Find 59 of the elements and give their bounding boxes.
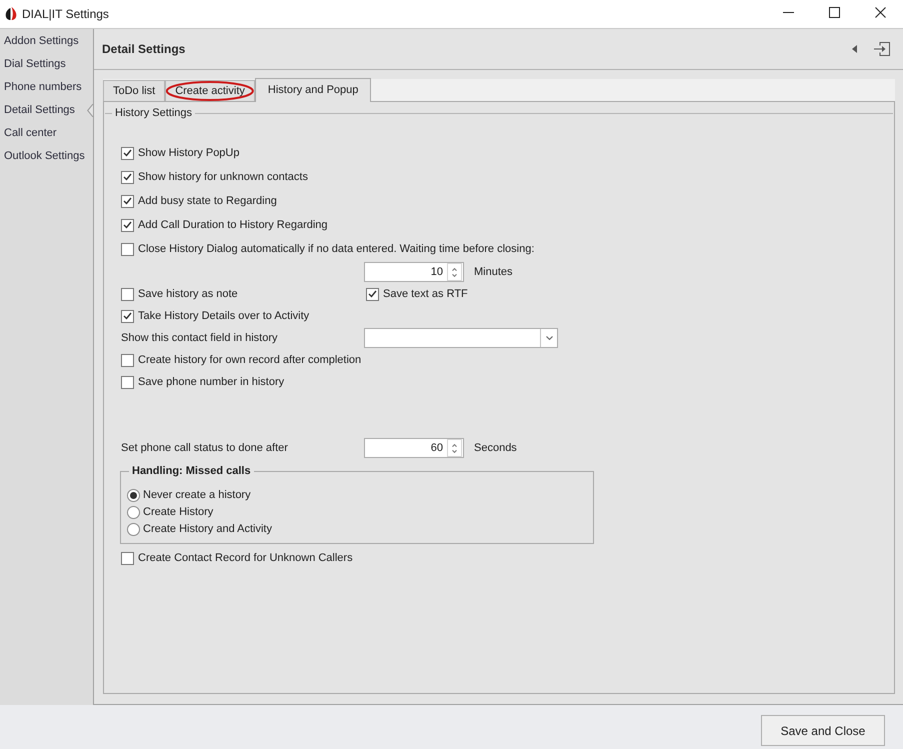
tab[interactable]: Create activity <box>165 80 255 101</box>
tab[interactable]: History and Popup <box>254 78 372 102</box>
check-icon <box>123 221 132 229</box>
logo-icon <box>5 7 17 21</box>
checkbox-label: Save phone number in history <box>138 374 284 390</box>
minimize-icon[interactable] <box>782 12 794 13</box>
checkbox-label: Save history as note <box>138 286 238 302</box>
radio-label: Create History and Activity <box>143 522 272 538</box>
checkbox-label: Save text as RTF <box>383 286 468 302</box>
radio-button[interactable] <box>127 489 140 502</box>
field-label: Show this contact field in history <box>121 330 279 346</box>
unit-label: Minutes <box>474 264 513 280</box>
checkbox[interactable] <box>121 218 134 232</box>
sidebar-item[interactable]: Call center <box>0 122 93 145</box>
arrow-into-box-icon[interactable] <box>874 42 890 56</box>
close-icon[interactable] <box>874 7 886 18</box>
checkbox[interactable] <box>366 288 379 300</box>
radio-label: Create History <box>143 505 214 520</box>
checkbox-label: Close History Dialog automatically if no data entered. Waiting time before closing: <box>138 242 534 257</box>
radio-button[interactable] <box>127 506 140 519</box>
checkbox[interactable] <box>121 170 134 184</box>
chevron-down-icon[interactable] <box>546 336 552 340</box>
panel-title: Detail Settings <box>102 41 186 58</box>
check-icon <box>368 290 377 298</box>
unit-label: Seconds <box>474 440 517 456</box>
group-title: History Settings <box>112 107 196 120</box>
checkbox[interactable] <box>121 288 134 300</box>
radio-dot-icon <box>130 492 137 499</box>
checkbox-label: Show history for unknown contacts <box>138 170 308 185</box>
sidebar-item[interactable]: Phone numbers <box>0 76 93 99</box>
window-title: DIAL|IT Settings <box>22 6 109 23</box>
checkbox[interactable] <box>121 552 134 564</box>
check-icon <box>123 312 132 320</box>
sidebar-item[interactable]: Dial Settings <box>0 53 93 76</box>
footer-button[interactable]: Save and Close <box>761 715 885 746</box>
caret-left-icon[interactable] <box>852 45 857 53</box>
radio-button[interactable] <box>127 523 140 536</box>
checkbox-label: Create history for own record after completion <box>138 352 362 368</box>
check-icon <box>123 149 132 157</box>
check-icon <box>123 197 132 205</box>
checkbox[interactable] <box>121 376 134 388</box>
radio-label: Never create a history <box>143 488 251 504</box>
checkbox-label: Show History PopUp <box>138 146 240 161</box>
sidebar-item[interactable]: Addon Settings <box>0 30 93 53</box>
field-label: Set phone call status to done after <box>121 440 289 456</box>
checkbox[interactable] <box>121 194 134 208</box>
tab[interactable]: ToDo list <box>103 80 166 101</box>
maximize-icon[interactable] <box>828 7 840 18</box>
sidebar-item[interactable]: Outlook Settings <box>0 145 93 168</box>
checkbox-label: Create Contact Record for Unknown Callers <box>138 550 353 566</box>
check-icon <box>123 173 132 181</box>
group-title: Handling: Missed calls <box>129 464 254 478</box>
checkbox[interactable] <box>121 146 134 160</box>
checkbox-label: Take History Details over to Activity <box>138 308 310 324</box>
checkbox[interactable] <box>121 242 134 256</box>
checkbox-label: Add busy state to Regarding <box>138 194 277 209</box>
checkbox[interactable] <box>121 310 134 322</box>
checkbox-label: Add Call Duration to History Regarding <box>138 218 328 233</box>
checkbox[interactable] <box>121 354 134 366</box>
